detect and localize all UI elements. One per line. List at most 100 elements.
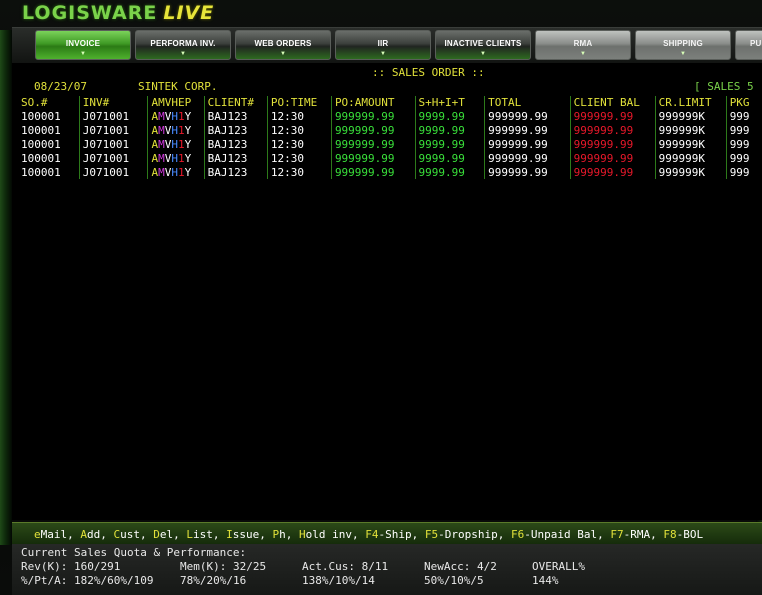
fkey-shortcut[interactable]: H: [299, 528, 306, 541]
fkey-label[interactable]: -Dropship,: [438, 528, 504, 541]
fkey-shortcut[interactable]: F6: [511, 528, 524, 541]
amvhep-flag: 1: [177, 151, 185, 165]
cell-amvhep: AMVH1Y: [147, 151, 205, 165]
chevron-down-icon: ▼: [480, 51, 486, 57]
amvhep-flag: H: [171, 123, 178, 137]
fkey-shortcut[interactable]: F5: [425, 528, 438, 541]
chevron-down-icon: ▼: [180, 51, 186, 57]
perf-rev-pct: %/Pt/A: 182%/60%/109: [21, 574, 154, 587]
tab-rma[interactable]: RMA ▼: [535, 30, 631, 60]
tab-iir[interactable]: IIR ▼: [335, 30, 431, 60]
sales-order-table: SO.# INV# AMVHEP CLIENT# PO:TIME PO:AMOU…: [18, 96, 762, 179]
perf-actcus: Act.Cus: 8/11: [302, 560, 389, 573]
fkey-label[interactable]: -BOL: [677, 528, 704, 541]
fkey-shortcut[interactable]: L: [186, 528, 193, 541]
fkey-label[interactable]: old inv,: [306, 528, 359, 541]
screen-title: :: SALES ORDER ::: [372, 66, 485, 79]
fkey-shortcut[interactable]: I: [226, 528, 233, 541]
tab-label: PERFORMA INV.: [150, 39, 216, 48]
amvhep-flag: Y: [184, 109, 192, 123]
cell-so: 100001: [21, 109, 61, 123]
amvhep-flag: H: [171, 165, 178, 179]
tab-web-orders[interactable]: WEB ORDERS ▼: [235, 30, 331, 60]
tab-inactive-clients[interactable]: INACTIVE CLIENTS ▼: [435, 30, 531, 60]
terminal-panel: :: SALES ORDER :: 08/23/07 SINTEK CORP. …: [12, 63, 762, 520]
col-header-client[interactable]: CLIENT#: [203, 96, 268, 109]
cell-total: 999999.99: [484, 137, 571, 151]
fkey-label[interactable]: ssue,: [233, 528, 266, 541]
cell-poamount: 999999.99: [330, 123, 416, 137]
cell-potime: 12:30: [266, 123, 332, 137]
cell-clientbal: 999999.99: [569, 123, 656, 137]
fkey-label[interactable]: ust,: [120, 528, 147, 541]
table-row[interactable]: 100001 J071001 AMVH1Y BAJ123 12:30 999999.99 9…: [18, 109, 762, 123]
fkey-shortcut[interactable]: F7: [610, 528, 623, 541]
cell-shit: 9999.99: [414, 151, 485, 165]
chevron-down-icon: ▼: [580, 51, 586, 57]
cell-so: 100001: [21, 137, 61, 151]
cell-crlimit: 999999K: [654, 109, 727, 123]
tab-shipping[interactable]: SHIPPING ▼: [635, 30, 731, 60]
col-header-so[interactable]: SO.#: [18, 96, 79, 109]
cell-amvhep: AMVH1Y: [147, 109, 205, 123]
chevron-down-icon: ▼: [280, 51, 286, 57]
left-glow-border: [0, 30, 12, 545]
perf-newacc: NewAcc: 4/2: [424, 560, 497, 573]
fkey-shortcut[interactable]: A: [80, 528, 87, 541]
cell-shit: 9999.99: [414, 165, 485, 179]
fkey-label[interactable]: el,: [160, 528, 180, 541]
fkey-shortcut[interactable]: F8: [663, 528, 676, 541]
cell-crlimit: 999999K: [654, 123, 727, 137]
cell-pkg: 999: [725, 165, 762, 179]
col-header-pkg[interactable]: PKG: [725, 96, 762, 109]
amvhep-flag: Y: [184, 151, 192, 165]
amvhep-flag: Y: [184, 123, 192, 137]
table-row[interactable]: 100001 J071001 AMVH1Y BAJ123 12:30 999999.99 9…: [18, 137, 762, 151]
table-row[interactable]: 100001 J071001 AMVH1Y BAJ123 12:30 999999.99 9…: [18, 151, 762, 165]
table-row[interactable]: 100001 J071001 AMVH1Y BAJ123 12:30 999999.99 9…: [18, 123, 762, 137]
tab-invoice[interactable]: INVOICE ▼: [35, 30, 131, 60]
amvhep-flag: H: [171, 151, 178, 165]
fkey-label[interactable]: -RMA,: [624, 528, 657, 541]
function-key-bar: eMail, Add, Cust, Del, List, Issue, Ph, …: [12, 522, 762, 545]
table-row[interactable]: 100001 J071001 AMVH1Y BAJ123 12:30 999999.99 9…: [18, 165, 762, 179]
col-header-amvhep[interactable]: AMVHEP: [147, 96, 205, 109]
tab-pu[interactable]: PU: [735, 30, 762, 60]
cell-poamount: 999999.99: [330, 151, 416, 165]
fkey-label[interactable]: Mail,: [41, 528, 74, 541]
cell-poamount: 999999.99: [330, 109, 416, 123]
cell-inv: J071001: [78, 165, 148, 179]
fkey-shortcut[interactable]: F4: [365, 528, 378, 541]
tab-label: WEB ORDERS: [254, 39, 312, 48]
col-header-shit[interactable]: S+H+I+T: [414, 96, 485, 109]
col-header-crlimit[interactable]: CR.LIMIT: [654, 96, 727, 109]
fkey-label[interactable]: h,: [279, 528, 292, 541]
cell-clientbal: 999999.99: [569, 109, 656, 123]
order-date: 08/23/07: [34, 80, 87, 93]
fkey-label[interactable]: dd,: [87, 528, 107, 541]
col-header-poamount[interactable]: PO:AMOUNT: [330, 96, 416, 109]
cell-client: BAJ123: [203, 109, 268, 123]
fkey-shortcut[interactable]: e: [34, 528, 41, 541]
col-header-total[interactable]: TOTAL: [484, 96, 571, 109]
cell-pkg: 999: [725, 151, 762, 165]
tab-label: IIR: [377, 39, 389, 48]
fkey-shortcut[interactable]: D: [153, 528, 160, 541]
amvhep-flag: M: [158, 137, 165, 151]
chevron-down-icon: ▼: [80, 51, 86, 57]
cell-inv: J071001: [78, 123, 148, 137]
cell-clientbal: 999999.99: [569, 137, 656, 151]
col-header-inv[interactable]: INV#: [78, 96, 148, 109]
cell-so: 100001: [21, 165, 61, 179]
cell-pkg: 999: [725, 123, 762, 137]
tab-performa-inv[interactable]: PERFORMA INV. ▼: [135, 30, 231, 60]
fkey-label[interactable]: -Unpaid Bal,: [524, 528, 603, 541]
chevron-down-icon: ▼: [680, 51, 686, 57]
fkey-label[interactable]: -Ship,: [378, 528, 418, 541]
amvhep-flag: 1: [177, 109, 185, 123]
fkey-label[interactable]: ist,: [193, 528, 220, 541]
col-header-clientbal[interactable]: CLIENT BAL: [569, 96, 656, 109]
col-header-potime[interactable]: PO:TIME: [266, 96, 332, 109]
cell-client: BAJ123: [203, 151, 268, 165]
cell-total: 999999.99: [484, 123, 571, 137]
